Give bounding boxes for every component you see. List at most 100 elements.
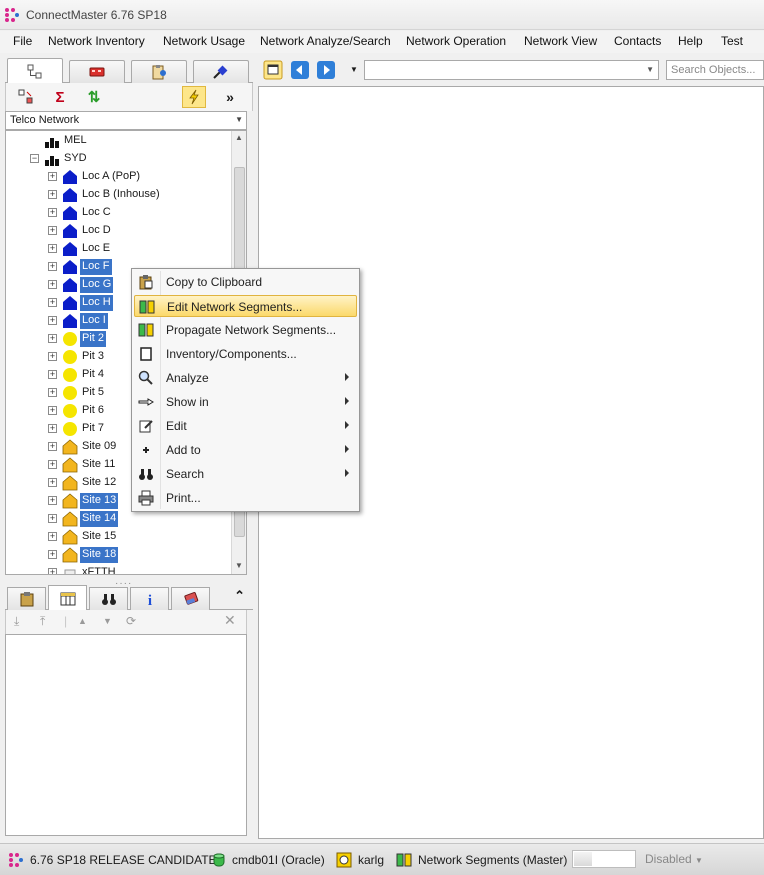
user-icon <box>336 852 352 868</box>
expand-icon[interactable]: + <box>48 334 57 343</box>
expand-icon[interactable]: + <box>48 478 57 487</box>
expand-icon[interactable]: + <box>48 244 57 253</box>
more-tools-button[interactable]: » <box>218 86 242 108</box>
quick-mode-button[interactable] <box>182 86 206 108</box>
tree-node[interactable]: − SYD <box>6 150 236 168</box>
menu-item-analyze[interactable]: Analyze <box>134 367 357 389</box>
refresh-icon[interactable]: ⟳ <box>126 614 136 628</box>
refresh-button[interactable]: ⇅ <box>82 86 106 108</box>
menu-test[interactable]: Test <box>721 34 743 48</box>
detail-tab-eraser[interactable] <box>171 587 210 610</box>
connections-tab[interactable] <box>193 60 249 83</box>
expand-icon[interactable]: + <box>48 388 57 397</box>
expand-icon[interactable]: + <box>48 262 57 271</box>
expand-icon[interactable]: + <box>48 172 57 181</box>
tree-node-label: Pit 5 <box>82 386 105 398</box>
expand-icon[interactable]: + <box>48 568 57 574</box>
move-down-icon[interactable]: ⤓ <box>14 614 19 629</box>
tree-node[interactable]: + Site 14 <box>6 510 236 528</box>
expand-icon[interactable]: + <box>48 298 57 307</box>
forward-button[interactable] <box>316 60 336 80</box>
expand-icon[interactable]: + <box>48 208 57 217</box>
menu-file[interactable]: File <box>13 34 32 48</box>
tree-node[interactable]: + xFTTH <box>6 564 236 574</box>
tree-node[interactable]: MEL <box>6 132 236 150</box>
menu-network-usage[interactable]: Network Usage <box>163 34 245 48</box>
detail-tab-table[interactable] <box>48 585 87 611</box>
equipment-tab[interactable] <box>69 60 125 83</box>
expand-icon[interactable]: + <box>48 316 57 325</box>
tree-node[interactable]: + Loc C <box>6 204 236 222</box>
expand-icon[interactable]: + <box>48 514 57 523</box>
tree-node-label: Loc F <box>80 259 112 275</box>
select-nodes-button[interactable] <box>14 86 38 108</box>
menu-item-search[interactable]: Search <box>134 463 357 485</box>
menu-item-inventory-components[interactable]: Inventory/Components... <box>134 343 357 365</box>
menu-network-view[interactable]: Network View <box>524 34 597 48</box>
tree-node[interactable]: + Site 15 <box>6 528 236 546</box>
expand-icon[interactable]: + <box>48 442 57 451</box>
detail-tab-binoculars[interactable] <box>89 587 128 610</box>
menu-item-show-in[interactable]: Show in <box>134 391 357 413</box>
menu-network-analyze-search[interactable]: Network Analyze/Search <box>260 34 391 48</box>
workspace-home-button[interactable] <box>263 60 283 80</box>
expand-icon[interactable]: + <box>48 226 57 235</box>
collapse-panel-button[interactable]: ⌃ <box>234 588 245 604</box>
tree-node-label: SYD <box>64 152 87 164</box>
close-icon[interactable]: ✕ <box>224 612 236 629</box>
collapse-icon[interactable]: − <box>30 154 39 163</box>
menu-help[interactable]: Help <box>678 34 703 48</box>
scroll-up-icon[interactable]: ▲ <box>235 133 243 142</box>
tree-node[interactable]: + Loc E <box>6 240 236 258</box>
network-dropdown[interactable]: Telco Network ▼ <box>5 111 247 130</box>
tree-node[interactable]: + Site 18 <box>6 546 236 564</box>
tree-node[interactable]: + Loc B (Inhouse) <box>6 186 236 204</box>
status-database: cmdb01I (Oracle) <box>212 851 325 869</box>
menu-item-edit[interactable]: Edit <box>134 415 357 437</box>
arrow-down-icon[interactable]: ▼ <box>103 616 112 626</box>
mode-text: Disabled <box>645 852 692 866</box>
expand-icon[interactable]: + <box>48 406 57 415</box>
expand-icon[interactable]: + <box>48 424 57 433</box>
menu-item-edit-network-segments[interactable]: Edit Network Segments... <box>134 295 357 317</box>
menu-item-label: Edit Network Segments... <box>167 300 303 314</box>
expand-icon[interactable]: + <box>48 496 57 505</box>
tree-node-label: Site 15 <box>82 530 117 542</box>
mode-dropdown[interactable]: Disabled ▼ <box>645 852 703 866</box>
search-objects-input[interactable] <box>666 60 764 80</box>
tree-node[interactable]: + Loc D <box>6 222 236 240</box>
menu-network-inventory[interactable]: Network Inventory <box>48 34 145 48</box>
pit-icon <box>62 367 78 383</box>
expand-icon[interactable]: + <box>48 352 57 361</box>
contacts-tab[interactable] <box>131 60 187 83</box>
sum-button[interactable]: Σ <box>48 86 72 108</box>
menu-contacts[interactable]: Contacts <box>614 34 661 48</box>
menu-item-copy-to-clipboard[interactable]: Copy to Clipboard <box>134 271 357 293</box>
tree-node-label: Pit 2 <box>80 331 107 347</box>
detail-tab-clipboard[interactable] <box>7 587 46 610</box>
expand-icon[interactable]: + <box>48 550 57 559</box>
move-up-icon[interactable]: ⤒ <box>40 614 45 629</box>
expand-icon[interactable]: + <box>48 280 57 289</box>
arrow-up-icon[interactable]: ▲ <box>78 616 87 626</box>
detail-tab-info[interactable]: i <box>130 587 169 610</box>
network-tree-tab[interactable] <box>7 58 63 84</box>
site-icon <box>62 547 78 563</box>
menu-item-add-to[interactable]: Add to <box>134 439 357 461</box>
expand-icon[interactable]: + <box>48 460 57 469</box>
menu-item-print[interactable]: Print... <box>134 487 357 509</box>
expand-icon[interactable]: + <box>48 190 57 199</box>
menu-item-propagate-network-segments[interactable]: Propagate Network Segments... <box>134 319 357 341</box>
expand-icon[interactable]: + <box>48 370 57 379</box>
menu-item-label: Copy to Clipboard <box>166 275 263 289</box>
pit-icon <box>62 331 78 347</box>
menu-network-operation[interactable]: Network Operation <box>406 34 506 48</box>
expand-icon[interactable]: + <box>48 532 57 541</box>
node-select-icon <box>18 89 33 104</box>
tree-node[interactable]: + Loc A (PoP) <box>6 168 236 186</box>
history-dropdown-button[interactable]: ▼ <box>344 60 364 80</box>
scroll-down-icon[interactable]: ▼ <box>235 561 243 570</box>
back-button[interactable] <box>290 60 310 80</box>
menu-item-label: Analyze <box>166 371 209 385</box>
address-dropdown[interactable]: ▼ <box>364 60 659 80</box>
